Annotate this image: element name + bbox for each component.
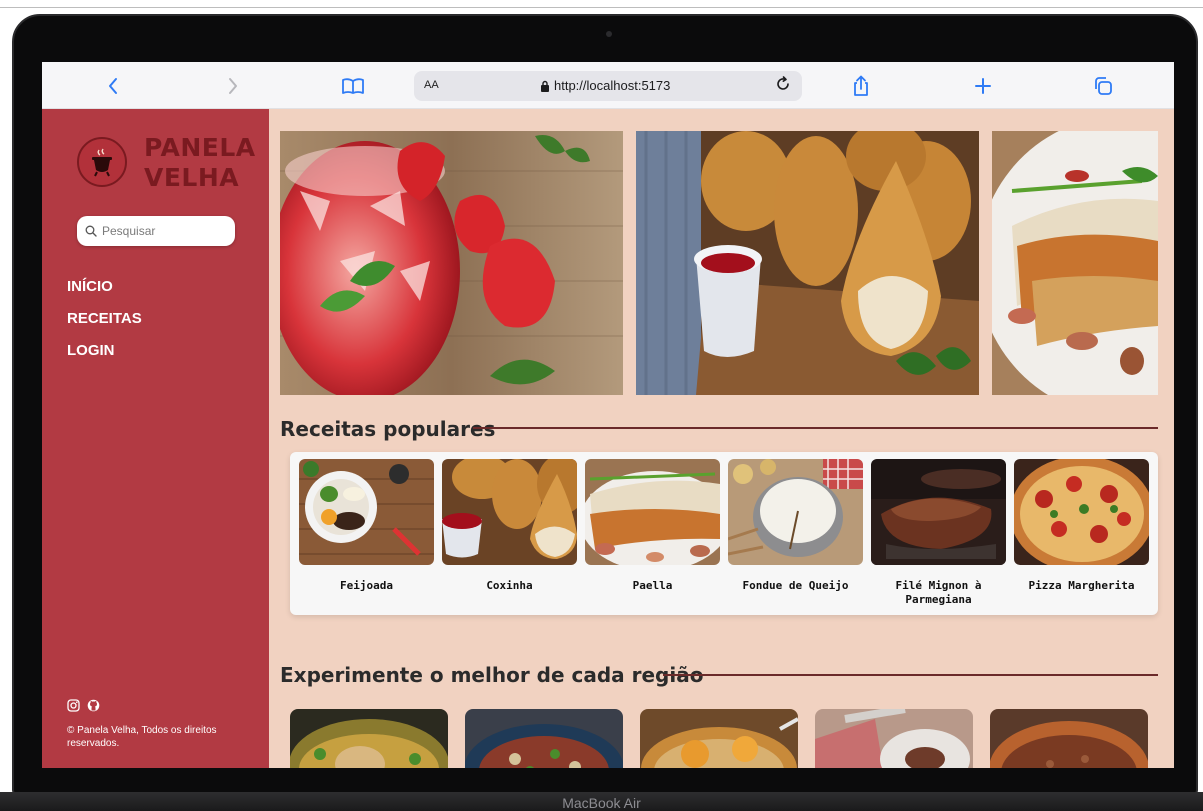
hero-slide-coxinha[interactable]	[636, 131, 979, 395]
forward-icon[interactable]	[220, 62, 246, 109]
recipe-name: Feijoada	[340, 579, 393, 592]
recipe-card-feijoada[interactable]: Feijoada	[299, 459, 434, 593]
main-nav: INÍCIO RECEITAS LOGIN	[67, 271, 142, 367]
back-icon[interactable]	[100, 62, 126, 109]
regions-section-title: Experimente o melhor de cada região	[280, 663, 704, 687]
recipe-card-paella[interactable]: Paella	[585, 459, 720, 593]
region-card-5[interactable]	[990, 709, 1148, 768]
nav-item-receitas[interactable]: RECEITAS	[67, 303, 142, 335]
social-links	[67, 699, 100, 712]
recipe-name: Coxinha	[486, 579, 533, 592]
url-text: http://localhost:5173	[554, 78, 671, 93]
recipe-image-fondue	[728, 459, 863, 565]
recipe-card-fondue-de-queijo[interactable]: Fondue de Queijo	[728, 459, 863, 593]
recipe-name: Filé Mignon à Parmegiana	[895, 579, 982, 606]
recipe-image-paella	[585, 459, 720, 565]
search-box	[77, 216, 235, 246]
browser-toolbar: AA http://localhost:5173	[42, 62, 1174, 109]
instagram-icon[interactable]	[67, 699, 80, 712]
brand-line-2: VELHA	[144, 163, 240, 192]
brand-name: PANELA VELHA	[144, 133, 256, 193]
reload-icon[interactable]	[774, 75, 792, 98]
recipe-image-coxinha	[442, 459, 577, 565]
recipe-card-coxinha[interactable]: Coxinha	[442, 459, 577, 593]
bookmarks-icon[interactable]	[338, 62, 368, 109]
text-size-button[interactable]: AA	[424, 79, 439, 91]
github-icon[interactable]	[87, 699, 100, 712]
recipe-name: Fondue de Queijo	[742, 579, 849, 592]
copyright-text: © Panela Velha, Todos os direitos reserv…	[67, 725, 217, 749]
nav-item-login[interactable]: LOGIN	[67, 335, 142, 367]
lock-icon	[541, 80, 549, 92]
hero-slide-sandwich[interactable]	[992, 131, 1158, 395]
cauldron-icon	[92, 148, 112, 177]
region-card-2[interactable]	[465, 709, 623, 768]
url-display: http://localhost:5173	[540, 78, 670, 93]
top-rule	[0, 7, 1203, 8]
popular-section-title: Receitas populares	[280, 417, 496, 441]
regions-title-rule	[663, 674, 1158, 676]
address-bar[interactable]: AA http://localhost:5173	[414, 71, 802, 101]
brand-line-1: PANELA	[144, 133, 256, 162]
device-label: MacBook Air	[562, 795, 641, 811]
recipe-image-file-mignon	[871, 459, 1006, 565]
nav-item-inicio[interactable]: INÍCIO	[67, 271, 142, 303]
screen: AA http://localhost:5173 PANELA VELHA Pe…	[42, 62, 1174, 768]
search-icon	[85, 225, 97, 237]
region-card-4[interactable]	[815, 709, 973, 768]
recipe-image-feijoada	[299, 459, 434, 565]
recipe-image-pizza	[1014, 459, 1149, 565]
new-tab-icon[interactable]	[970, 62, 996, 109]
popular-title-rule	[473, 427, 1158, 429]
share-icon[interactable]	[848, 62, 874, 109]
hero-slide-strawberry-drink[interactable]	[280, 131, 623, 395]
recipe-card-pizza-margherita[interactable]: Pizza Margherita	[1014, 459, 1149, 593]
main-content: Receitas populares Feijoada Coxinha Pael…	[269, 109, 1174, 768]
recipe-card-file-mignon[interactable]: Filé Mignon à Parmegiana	[871, 459, 1006, 607]
sidebar: PANELA VELHA INÍCIO RECEITAS LOGIN © Pan…	[42, 109, 269, 768]
tabs-icon[interactable]	[1090, 62, 1116, 109]
region-card-3[interactable]	[640, 709, 798, 768]
popular-recipes-panel: Feijoada Coxinha Paella Fondue de Queijo…	[290, 452, 1158, 615]
recipe-name: Pizza Margherita	[1028, 579, 1135, 592]
region-card-1[interactable]	[290, 709, 448, 768]
recipe-name: Paella	[632, 579, 673, 592]
camera	[606, 31, 612, 37]
logo[interactable]	[77, 137, 127, 187]
search-input[interactable]	[102, 224, 222, 238]
